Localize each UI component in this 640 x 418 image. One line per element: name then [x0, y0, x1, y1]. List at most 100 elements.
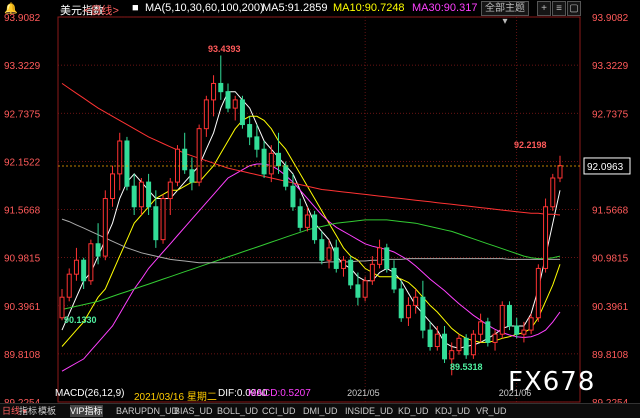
candle-body — [456, 337, 462, 352]
candle-body — [110, 173, 116, 200]
indicator-tab[interactable]: INSIDE_UD — [345, 405, 393, 417]
y-tick-right: 90.3961 — [592, 302, 629, 313]
candle-body — [521, 329, 527, 335]
bottom-toolbar: 日线 ▾ 指标 模板 VIP指标 BARUPDN_UD BIAS_UD BOLL_UD CC… — [0, 403, 640, 418]
recent-high-annotation: 92.2198 — [514, 140, 547, 150]
candle-body — [377, 247, 383, 265]
candle-body — [218, 82, 224, 93]
y-tick-left: 92.1522 — [4, 157, 41, 168]
candle-body — [391, 267, 397, 290]
candle-body — [427, 329, 433, 348]
candle-body — [485, 321, 491, 343]
fx678-watermark: FX678 — [508, 367, 596, 397]
candle-body — [182, 148, 188, 171]
low-annotation: 89.5318 — [450, 362, 483, 372]
candle-body — [232, 99, 238, 109]
indicator-tab[interactable]: BARUPDN_UD — [116, 405, 178, 417]
last-price-label: 92.0963 — [587, 162, 624, 173]
ma-line-ma10 — [61, 115, 561, 347]
candle-body — [88, 243, 94, 282]
y-tick-left: 91.5668 — [4, 206, 41, 217]
candle-body — [362, 280, 368, 298]
ma-line-ma60 — [61, 219, 561, 310]
candle-body — [304, 214, 310, 228]
y-tick-left: 93.3229 — [4, 61, 41, 72]
candle-body — [434, 333, 440, 348]
candle-body — [550, 177, 556, 208]
candlestick-chart: 93.9082 93.9082 93.3229 93.3229 92.7375 92.73… — [4, 13, 631, 409]
start-low-annotation: 90.1330 — [64, 315, 97, 325]
candle-body — [420, 296, 426, 331]
candle-body — [254, 136, 260, 150]
candle-body — [196, 128, 202, 183]
candle-body — [442, 333, 448, 360]
candle-body — [81, 259, 87, 282]
candle-body — [73, 259, 79, 275]
candle-body — [131, 185, 137, 208]
candle-body — [535, 267, 541, 319]
y-tick-right: 92.7375 — [592, 109, 629, 120]
y-tick-left: 93.9082 — [4, 13, 41, 24]
candle-body — [312, 214, 318, 241]
candle-body — [102, 198, 108, 257]
y-tick-right: 90.9815 — [592, 254, 629, 265]
candle-body — [283, 165, 289, 187]
indicator-tab[interactable]: KD_UD — [398, 405, 429, 417]
candle-body — [492, 333, 498, 343]
candle-body — [66, 273, 72, 298]
x-tick-label: 2021/05 — [347, 388, 380, 398]
candle-body — [247, 124, 253, 138]
indicator-tab[interactable]: VIP指标 — [70, 405, 103, 417]
candle-body — [189, 169, 195, 183]
y-tick-left: 90.3961 — [4, 302, 41, 313]
candle-body — [506, 304, 512, 327]
ma-line-ma200 — [61, 82, 561, 216]
candle-body — [355, 284, 361, 298]
candle-body — [478, 321, 484, 335]
candle-body — [276, 152, 282, 167]
candle-body — [528, 317, 534, 331]
indicator-tab[interactable]: 模板 — [38, 405, 56, 417]
candle-body — [463, 337, 469, 356]
y-tick-left: 90.9815 — [4, 254, 41, 265]
indicator-tab[interactable]: CCI_UD — [262, 405, 296, 417]
candle-body — [211, 82, 217, 101]
candle-body — [333, 247, 339, 269]
y-tick-right: 91.5668 — [592, 206, 629, 217]
macd-date: 2021/03/16 星期二 — [134, 392, 217, 403]
indicator-tab[interactable]: DMI_UD — [303, 405, 338, 417]
candle-body — [167, 181, 173, 200]
y-tick-left: 89.8108 — [4, 350, 41, 361]
macd-value: MACD:0.5207 — [248, 388, 311, 399]
y-tick-right: 93.3229 — [592, 61, 629, 72]
candle-body — [203, 99, 209, 130]
candle-body — [146, 181, 152, 208]
candle-body — [369, 263, 375, 282]
candle-body — [557, 165, 563, 179]
ma-line-ma100 — [61, 218, 560, 264]
y-tick-left: 92.7375 — [4, 109, 41, 120]
indicator-tab[interactable]: KDJ_UD — [435, 405, 470, 417]
candle-body — [340, 259, 346, 269]
candle-body — [326, 247, 332, 261]
candle-body — [297, 206, 303, 228]
candle-body — [268, 152, 274, 175]
candle-body — [470, 333, 476, 356]
candle-body — [239, 99, 245, 126]
high-annotation: 93.4393 — [208, 44, 241, 54]
candle-body — [225, 91, 231, 109]
indicator-tab[interactable]: BOLL_UD — [217, 405, 258, 417]
indicator-tab[interactable]: VR_UD — [476, 405, 507, 417]
candle-body — [499, 304, 505, 335]
candle-body — [449, 350, 455, 360]
y-tick-right: 93.9082 — [592, 13, 629, 24]
indicator-tab[interactable]: BIAS_UD — [174, 405, 213, 417]
candle-body — [138, 181, 144, 208]
candle-body — [117, 140, 123, 175]
candle-body — [413, 296, 419, 306]
candle-body — [319, 239, 325, 261]
candle-body — [153, 206, 159, 241]
candle-body — [543, 206, 549, 269]
y-tick-right: 89.8108 — [592, 350, 629, 361]
indicator-tab[interactable]: 指标 — [19, 405, 37, 417]
